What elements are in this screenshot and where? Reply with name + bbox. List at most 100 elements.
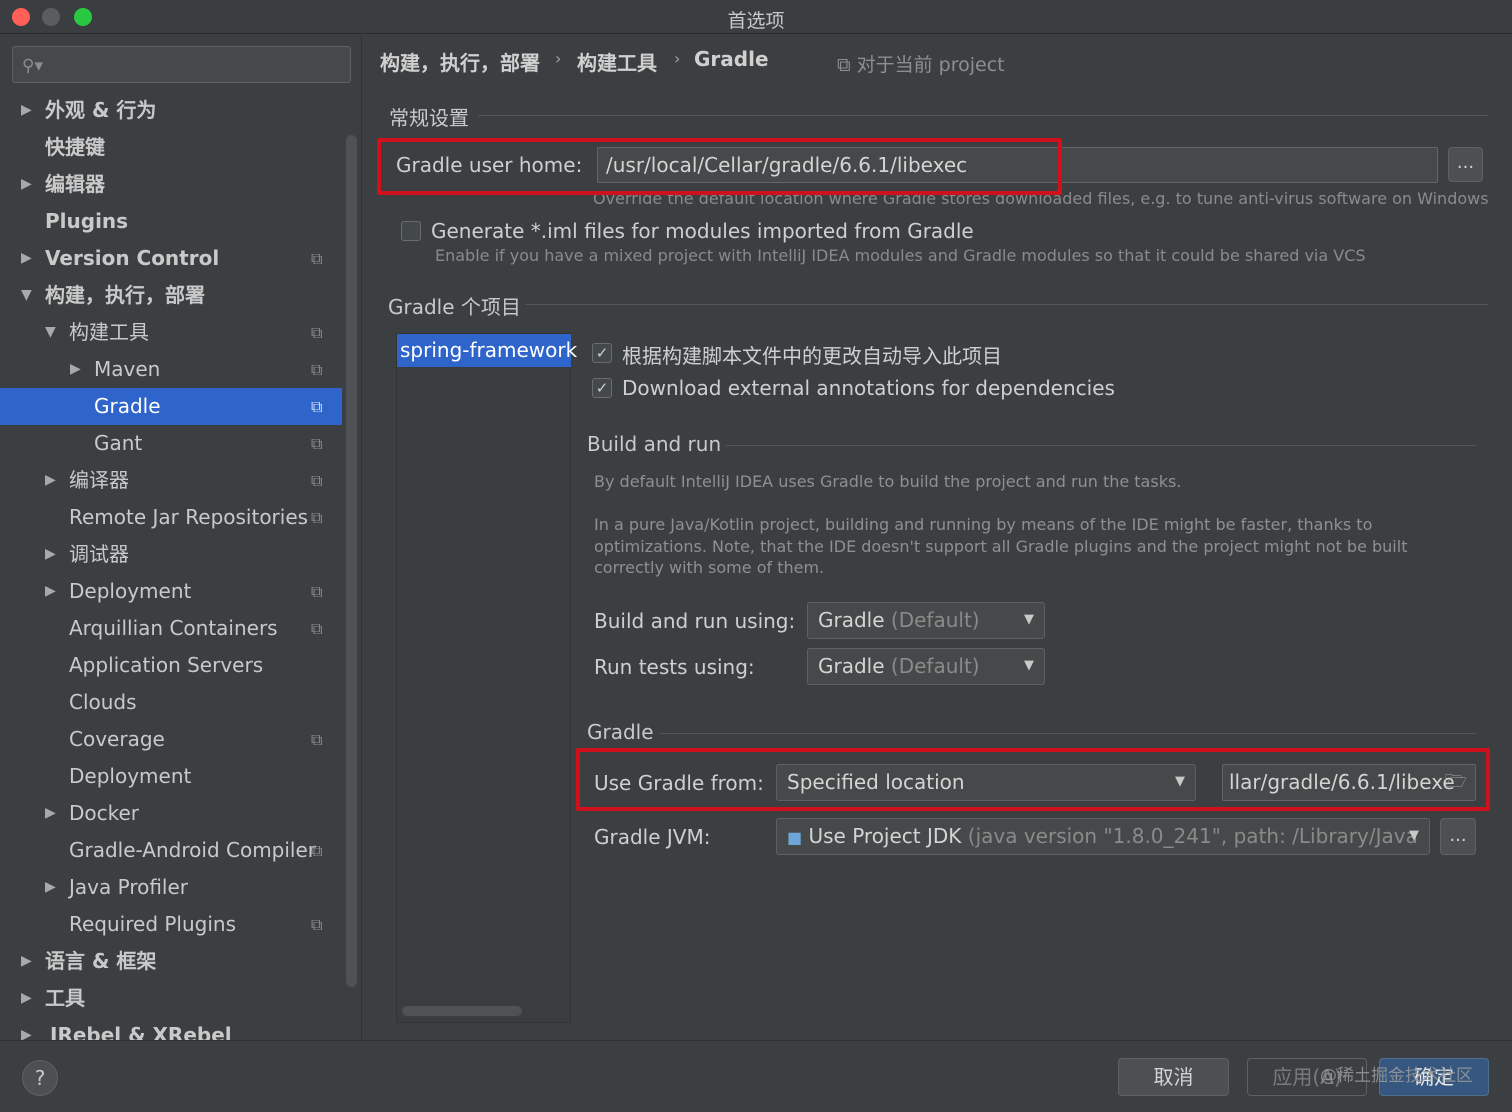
sidebar-item-jrebel[interactable]: ▶ JRebel & XRebel (0, 1017, 342, 1040)
sidebar-item-compiler[interactable]: ▶ 编译器 ⧉ (0, 462, 342, 499)
sidebar-item-deployment[interactable]: ▶ Deployment ⧉ (0, 573, 342, 610)
auto-import-checkbox[interactable]: ✓ (592, 343, 612, 363)
window-title: 首选项 (727, 10, 785, 32)
sidebar-item-remote-jar-repositories[interactable]: Remote Jar Repositories ⧉ (0, 499, 342, 536)
chevron-right-icon[interactable]: ▶ (21, 1017, 32, 1040)
sidebar-item-tools[interactable]: ▶ 工具 (0, 980, 342, 1017)
project-scope-icon: ⧉ (311, 434, 323, 453)
settings-sidebar: ⚲▾ ▶ 外观 & 行为 快捷键 ▶ 编辑器 Plugins ▶ Version Co… (0, 35, 362, 1040)
search-icon: ⚲▾ (22, 56, 43, 76)
sidebar-item-docker[interactable]: ▶ Docker (0, 795, 342, 832)
sidebar-item-deployment-2[interactable]: Deployment (0, 758, 342, 795)
chevron-right-icon[interactable]: ▶ (45, 462, 56, 499)
build-run-using-label: Build and run using: (594, 609, 796, 633)
sidebar-item-label: Clouds (69, 690, 137, 714)
sidebar-item-build-tools[interactable]: ▼ 构建工具 ⧉ (0, 314, 342, 351)
sidebar-item-plugins[interactable]: Plugins (0, 203, 342, 240)
chevron-right-icon[interactable]: ▶ (21, 92, 32, 129)
sidebar-item-required-plugins[interactable]: Required Plugins ⧉ (0, 906, 342, 943)
chevron-right-icon[interactable]: ▶ (45, 536, 56, 573)
page-title: Gradle (694, 47, 769, 71)
sidebar-item-keymap[interactable]: 快捷键 (0, 129, 342, 166)
highlight-box (576, 748, 1490, 811)
sidebar-item-appearance[interactable]: ▶ 外观 & 行为 (0, 92, 342, 129)
divider (478, 115, 1488, 116)
general-settings-heading: 常规设置 (389, 106, 469, 130)
title-bar: 首选项 (0, 0, 1512, 34)
sidebar-item-label: 调试器 (69, 542, 129, 566)
sidebar-item-label: Deployment (69, 764, 192, 788)
chevron-right-icon[interactable]: ▶ (21, 166, 32, 203)
sidebar-item-maven[interactable]: ▶ Maven ⧉ (0, 351, 342, 388)
generate-iml-hint: Enable if you have a mixed project with … (435, 246, 1366, 265)
chevron-right-icon[interactable]: ▶ (21, 240, 32, 277)
gradle-heading: Gradle (587, 720, 654, 744)
search-input[interactable]: ⚲▾ (12, 46, 351, 83)
sidebar-item-debugger[interactable]: ▶ 调试器 (0, 536, 342, 573)
help-button[interactable]: ? (22, 1060, 58, 1096)
sidebar-item-label: Gradle (94, 394, 161, 418)
chevron-right-icon[interactable]: ▶ (21, 980, 32, 1017)
chevron-right-icon[interactable]: ▶ (45, 795, 56, 832)
run-tests-using-select[interactable]: Gradle (Default) ▼ (807, 648, 1045, 685)
chevron-right-icon[interactable]: ▶ (21, 943, 32, 980)
sidebar-item-label: 外观 & 行为 (45, 98, 157, 122)
project-scope-icon: ⧉ (311, 471, 323, 490)
sidebar-item-label: Coverage (69, 727, 165, 751)
sidebar-item-application-servers[interactable]: Application Servers (0, 647, 342, 684)
browse-jvm-button[interactable]: ... (1440, 818, 1476, 855)
chevron-right-icon[interactable]: ▶ (45, 573, 56, 610)
gradle-projects-list: spring-framework (396, 333, 577, 1023)
sidebar-item-label: 构建工具 (69, 320, 149, 344)
scope-indicator: ⧉ 对于当前 project (837, 50, 1005, 77)
sidebar-item-build-execution-deployment[interactable]: ▼ 构建，执行，部署 (0, 277, 342, 314)
sidebar-item-version-control[interactable]: ▶ Version Control ⧉ (0, 240, 342, 277)
download-annotations-checkbox[interactable]: ✓ (592, 378, 612, 398)
chevron-down-icon[interactable]: ▼ (21, 277, 32, 314)
sidebar-item-label: Java Profiler (69, 875, 189, 899)
sidebar-item-label: 快捷键 (45, 135, 105, 159)
sidebar-item-label: Remote Jar Repositories (69, 505, 309, 529)
chevron-down-icon: ▼ (1024, 612, 1034, 627)
sidebar-item-clouds[interactable]: Clouds (0, 684, 342, 721)
project-scope-icon: ⧉ (311, 582, 323, 601)
browse-user-home-button[interactable]: ... (1448, 147, 1483, 182)
select-value-detail: (java version "1.8.0_241", path: /Librar… (967, 824, 1418, 848)
download-annotations-label: Download external annotations for depend… (622, 376, 1115, 400)
sidebar-item-label: Application Servers (69, 653, 264, 677)
sidebar-item-label: 工具 (45, 986, 85, 1010)
build-run-using-select[interactable]: Gradle (Default) ▼ (807, 602, 1045, 639)
list-item[interactable]: spring-framework (397, 334, 577, 367)
chevron-right-icon[interactable]: ▶ (70, 351, 81, 388)
sidebar-item-label: Deployment (69, 579, 192, 603)
generate-iml-checkbox[interactable] (401, 221, 421, 241)
sidebar-item-arquillian-containers[interactable]: Arquillian Containers ⧉ (0, 610, 342, 647)
sidebar-item-coverage[interactable]: Coverage ⧉ (0, 721, 342, 758)
sidebar-item-editor[interactable]: ▶ 编辑器 (0, 166, 342, 203)
sidebar-scrollbar[interactable] (346, 135, 357, 987)
generate-iml-label: Generate *.iml files for modules importe… (431, 219, 974, 243)
projects-list-scrollbar[interactable] (402, 1006, 522, 1016)
project-scope-icon: ⧉ (311, 397, 323, 416)
sidebar-item-gradle-android-compiler[interactable]: Gradle-Android Compiler ⧉ (0, 832, 342, 869)
sidebar-item-label: 编译器 (69, 468, 129, 492)
project-scope-icon: ⧉ (311, 730, 323, 749)
chevron-down-icon[interactable]: ▼ (45, 314, 56, 351)
sidebar-item-label: 语言 & 框架 (45, 949, 157, 973)
build-and-run-heading: Build and run (587, 432, 722, 456)
sidebar-item-gant[interactable]: Gant ⧉ (0, 425, 342, 462)
sidebar-item-gradle[interactable]: Gradle ⧉ (0, 388, 342, 425)
cancel-button[interactable]: 取消 (1118, 1058, 1229, 1096)
gradle-jvm-select[interactable]: ■ Use Project JDK (java version "1.8.0_2… (776, 818, 1430, 855)
breadcrumb-build-execution-deployment[interactable]: 构建，执行，部署 (380, 47, 540, 76)
preferences-window: 首选项 ⚲▾ ▶ 外观 & 行为 快捷键 ▶ 编辑器 Plugins ▶ Versio… (0, 0, 1512, 1112)
sidebar-item-label: Gant (94, 431, 143, 455)
breadcrumb-build-tools[interactable]: 构建工具 (577, 47, 657, 76)
project-scope-icon: ⧉ (311, 619, 323, 638)
dialog-footer: ? 取消 应用(A) 确定 @稀土掘金技术社区 (0, 1040, 1512, 1112)
select-value-suffix: (Default) (890, 654, 980, 678)
sidebar-item-languages-frameworks[interactable]: ▶ 语言 & 框架 (0, 943, 342, 980)
chevron-right-icon[interactable]: ▶ (45, 869, 56, 906)
sidebar-item-java-profiler[interactable]: ▶ Java Profiler (0, 869, 342, 906)
sidebar-item-label: Maven (94, 357, 161, 381)
